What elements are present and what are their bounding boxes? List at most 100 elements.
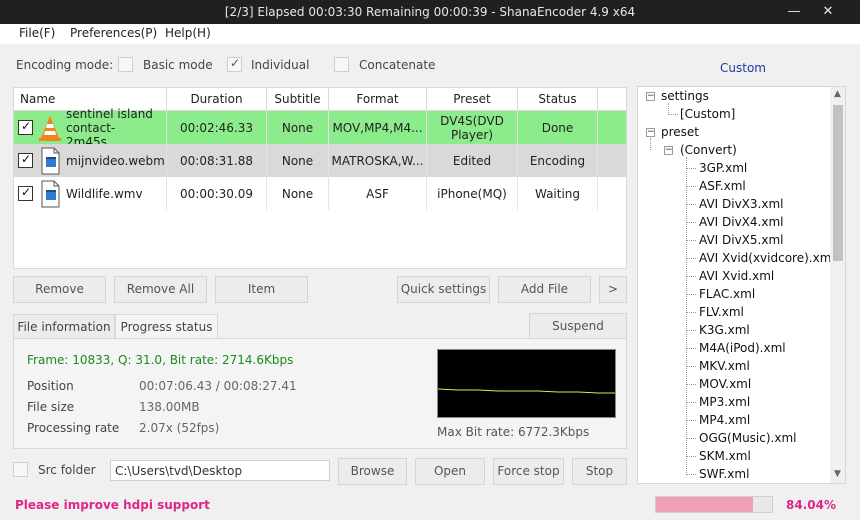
scroll-up-icon[interactable]: ▲ bbox=[834, 89, 841, 99]
add-file-button[interactable]: Add File bbox=[498, 276, 591, 303]
tree-node-preset-file[interactable]: 3GP.xml bbox=[699, 161, 747, 175]
tree-node-convert[interactable]: (Convert) bbox=[680, 143, 737, 157]
tree-node-preset-file[interactable]: SWF.xml bbox=[699, 467, 749, 481]
tree-line bbox=[686, 222, 696, 223]
tree-line bbox=[686, 366, 696, 367]
table-row[interactable]: mijnvideo.webm00:08:31.88NoneMATROSKA,W.… bbox=[14, 144, 626, 177]
basic-mode-checkbox[interactable] bbox=[118, 57, 133, 72]
tree-scrollbar[interactable]: ▲ ▼ bbox=[830, 87, 845, 483]
position-value: 00:07:06.43 / 00:08:27.41 bbox=[139, 379, 297, 393]
tree-node-preset-file[interactable]: M4A(iPod).xml bbox=[699, 341, 786, 355]
tree-line bbox=[686, 258, 696, 259]
tree-node-preset-file[interactable]: AVI DivX4.xml bbox=[699, 215, 783, 229]
cell-preset: Edited bbox=[427, 144, 518, 177]
tree-node-preset-file[interactable]: MOV.xml bbox=[699, 377, 751, 391]
position-label: Position bbox=[27, 379, 74, 393]
tree-line bbox=[686, 312, 696, 313]
bitrate-graph bbox=[437, 349, 616, 418]
tree-line bbox=[686, 186, 696, 187]
max-bitrate: Max Bit rate: 6772.3Kbps bbox=[437, 425, 590, 439]
tree-node-preset-file[interactable]: OGG(Music).xml bbox=[699, 431, 797, 445]
column-header-status[interactable]: Status bbox=[518, 88, 598, 111]
tree-node-preset-file[interactable]: SKM.xml bbox=[699, 449, 751, 463]
file-size-value: 138.00MB bbox=[139, 400, 200, 414]
cell-subtitle: None bbox=[267, 144, 329, 177]
tree-line bbox=[686, 402, 696, 403]
overall-progress-bar bbox=[655, 496, 773, 513]
column-header-subtitle[interactable]: Subtitle bbox=[267, 88, 329, 111]
tree-node-preset-file[interactable]: K3G.xml bbox=[699, 323, 750, 337]
column-header-duration[interactable]: Duration bbox=[167, 88, 267, 111]
cell-subtitle: None bbox=[267, 111, 329, 144]
tab-progress-status[interactable]: Progress status bbox=[115, 314, 218, 340]
src-folder-checkbox[interactable] bbox=[13, 462, 28, 477]
video-file-icon bbox=[38, 147, 62, 178]
quick-settings-button[interactable]: Quick settings bbox=[397, 276, 490, 303]
tree-line bbox=[686, 276, 696, 277]
tree-node-preset-file[interactable]: AVI Xvid.xml bbox=[699, 269, 774, 283]
individual-checkbox[interactable] bbox=[227, 56, 242, 72]
tree-node-preset[interactable]: preset bbox=[661, 125, 699, 139]
tree-node-preset-file[interactable]: AVI DivX5.xml bbox=[699, 233, 783, 247]
frame-status: Frame: 10833, Q: 31.0, Bit rate: 2714.6K… bbox=[27, 353, 294, 367]
preset-collapse-icon[interactable]: − bbox=[646, 128, 655, 137]
open-button[interactable]: Open bbox=[415, 458, 485, 485]
tab-file-information[interactable]: File information bbox=[13, 314, 115, 339]
tree-node-preset-file[interactable]: AVI DivX3.xml bbox=[699, 197, 783, 211]
tree-line bbox=[686, 240, 696, 241]
minimize-button[interactable]: — bbox=[782, 2, 806, 22]
row-checkbox[interactable] bbox=[18, 119, 33, 135]
file-list[interactable]: Name Duration Subtitle Format Preset Sta… bbox=[13, 87, 627, 269]
cell-duration: 00:02:46.33 bbox=[167, 111, 267, 144]
cell-subtitle: None bbox=[267, 177, 329, 210]
tree-line bbox=[686, 384, 696, 385]
force-stop-button[interactable]: Force stop bbox=[493, 458, 564, 485]
row-checkbox[interactable] bbox=[18, 185, 33, 201]
concatenate-checkbox[interactable] bbox=[334, 57, 349, 72]
bitrate-graph-line bbox=[438, 388, 615, 394]
main-window: [2/3] Elapsed 00:03:30 Remaining 00:00:3… bbox=[0, 0, 860, 520]
browse-button[interactable]: Browse bbox=[338, 458, 407, 485]
preset-tree[interactable]: − settings [Custom] − preset − (Convert)… bbox=[637, 86, 846, 484]
tree-node-preset-file[interactable]: AVI Xvid(xvidcore).xml bbox=[699, 251, 835, 265]
item-button[interactable]: Item bbox=[215, 276, 308, 303]
menu-file[interactable]: File(F) bbox=[19, 26, 55, 40]
cell-name: mijnvideo.webm bbox=[66, 144, 167, 177]
video-file-icon bbox=[38, 180, 62, 211]
stop-button[interactable]: Stop bbox=[572, 458, 627, 485]
close-button[interactable]: ✕ bbox=[816, 2, 840, 22]
table-row[interactable]: sentinel island contact-2m45s....00:02:4… bbox=[14, 107, 626, 149]
tree-node-preset-file[interactable]: FLV.xml bbox=[699, 305, 744, 319]
remove-all-button[interactable]: Remove All bbox=[114, 276, 207, 303]
tree-line bbox=[650, 138, 651, 150]
tree-node-preset-file[interactable]: MP4.xml bbox=[699, 413, 750, 427]
src-folder-input[interactable] bbox=[110, 460, 330, 481]
vlc-cone-icon bbox=[38, 114, 62, 145]
scrollbar-thumb[interactable] bbox=[833, 105, 843, 261]
convert-collapse-icon[interactable]: − bbox=[664, 146, 673, 155]
menu-preferences[interactable]: Preferences(P) bbox=[70, 26, 157, 40]
cell-preset: iPhone(MQ) bbox=[427, 177, 518, 210]
title-bar: [2/3] Elapsed 00:03:30 Remaining 00:00:3… bbox=[0, 0, 860, 24]
table-row[interactable]: Wildlife.wmv00:00:30.09NoneASFiPhone(MQ)… bbox=[14, 177, 626, 210]
menu-bar: File(F) Preferences(P) Help(H) bbox=[0, 24, 860, 44]
settings-collapse-icon[interactable]: − bbox=[646, 92, 655, 101]
cell-duration: 00:08:31.88 bbox=[167, 144, 267, 177]
row-checkbox[interactable] bbox=[18, 152, 33, 168]
tree-line bbox=[668, 114, 678, 115]
tree-node-preset-file[interactable]: MP3.xml bbox=[699, 395, 750, 409]
tree-line bbox=[686, 438, 696, 439]
remove-button[interactable]: Remove bbox=[13, 276, 106, 303]
scroll-down-icon[interactable]: ▼ bbox=[834, 469, 841, 479]
menu-help[interactable]: Help(H) bbox=[165, 26, 211, 40]
tree-node-settings[interactable]: settings bbox=[661, 89, 709, 103]
tree-node-preset-file[interactable]: MKV.xml bbox=[699, 359, 750, 373]
column-header-format[interactable]: Format bbox=[329, 88, 427, 111]
column-header-preset[interactable]: Preset bbox=[427, 88, 518, 111]
tree-node-preset-file[interactable]: ASF.xml bbox=[699, 179, 746, 193]
tree-node-preset-file[interactable]: FLAC.xml bbox=[699, 287, 755, 301]
custom-preset-label: Custom bbox=[720, 61, 766, 75]
suspend-button[interactable]: Suspend bbox=[529, 313, 627, 339]
more-button[interactable]: > bbox=[599, 276, 627, 303]
tree-node-custom[interactable]: [Custom] bbox=[680, 107, 735, 121]
